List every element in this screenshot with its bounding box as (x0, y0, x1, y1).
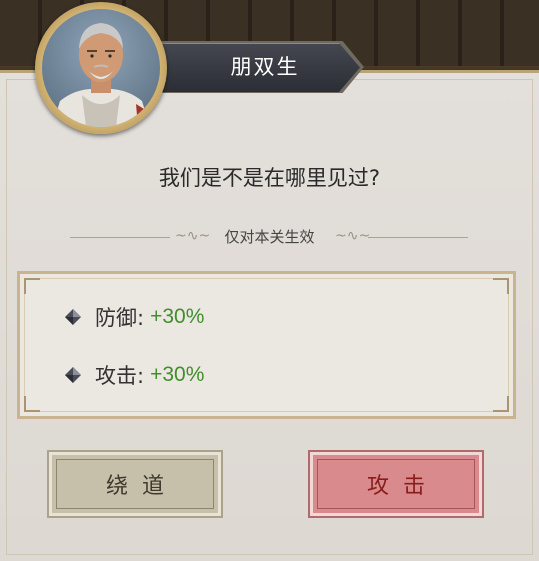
corner-ornament (24, 278, 40, 294)
dialogue-text: 我们是不是在哪里见过? (158, 166, 381, 190)
npc-portrait (42, 9, 160, 127)
buff-box (17, 271, 516, 419)
buff-label: 攻击: (95, 364, 145, 388)
npc-portrait-icon (52, 23, 154, 127)
detour-button[interactable]: 绕道 (47, 450, 223, 518)
attack-button-label: 攻击 (366, 474, 439, 499)
buff-row-attack: 攻击: +30% (65, 360, 204, 390)
corner-ornament (493, 278, 509, 294)
buff-value: +30% (150, 305, 205, 328)
buff-label: 防御: (95, 306, 145, 330)
corner-ornament (493, 396, 509, 412)
attack-button[interactable]: 攻击 (308, 450, 484, 518)
gem-icon (65, 367, 81, 383)
encounter-dialog: 朋双生 我们是不是在哪里见过? ~∿~ ~∿~ 仅对本关生效 防御: +30% … (0, 0, 539, 561)
buff-value: +30% (150, 363, 205, 386)
gem-icon (65, 309, 81, 325)
npc-name: 朋双生 (230, 55, 300, 79)
divider-label: 仅对本关生效 (224, 228, 315, 246)
detour-button-label: 绕道 (105, 474, 178, 499)
buff-row-defense: 防御: +30% (65, 302, 204, 332)
corner-ornament (24, 396, 40, 412)
